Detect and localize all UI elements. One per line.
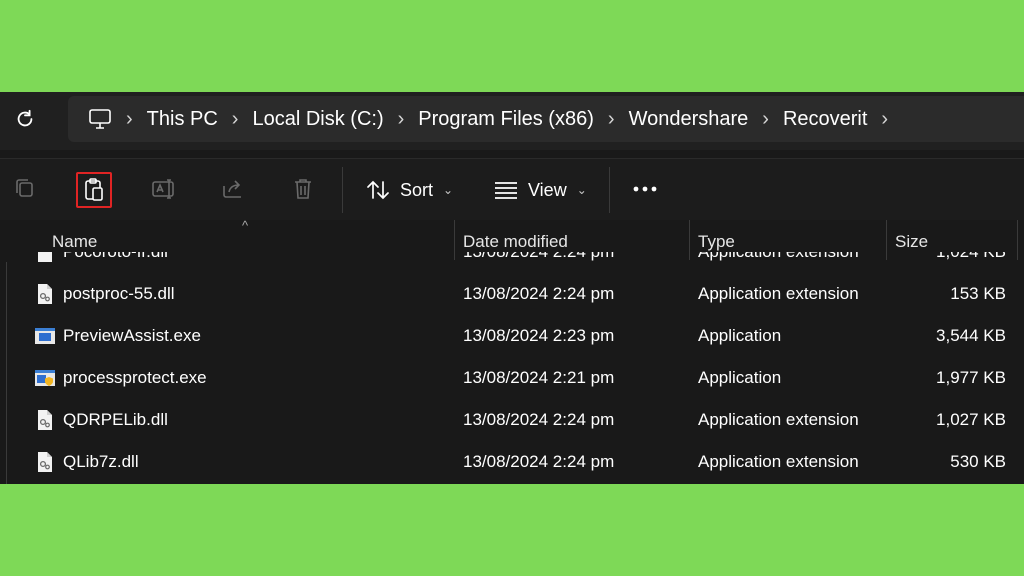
breadcrumb-separator-icon[interactable]: › — [608, 109, 615, 129]
view-label: View — [528, 179, 567, 200]
file-type: Application extension — [698, 452, 859, 471]
breadcrumb-wondershare[interactable]: Wondershare — [629, 108, 749, 131]
column-header-type[interactable]: Type — [698, 232, 735, 252]
sort-label: Sort — [400, 179, 434, 200]
breadcrumb-separator-icon[interactable]: › — [881, 109, 888, 129]
paste-icon — [85, 178, 103, 201]
breadcrumb-this-pc[interactable]: This PC — [147, 108, 218, 131]
file-size: 1,027 KB — [936, 410, 1006, 429]
table-row[interactable]: postproc-55.dll 13/08/2024 2:24 pm Appli… — [0, 274, 1024, 315]
breadcrumb-separator-icon[interactable]: › — [126, 109, 133, 129]
toolbar-divider — [342, 167, 343, 213]
table-row[interactable]: processprotect.exe 13/08/2024 2:21 pm Ap… — [0, 358, 1024, 399]
more-options-button[interactable] — [627, 171, 663, 207]
file-date: 13/08/2024 2:24 pm — [463, 452, 615, 471]
refresh-button[interactable] — [10, 104, 40, 134]
sort-ascending-icon: ^ — [242, 218, 249, 233]
share-button[interactable] — [215, 171, 251, 207]
share-icon — [223, 180, 241, 198]
copy-icon — [16, 179, 33, 197]
file-explorer-window: › This PC › Local Disk (C:) › Program Fi… — [0, 92, 1024, 484]
file-date: 13/08/2024 2:24 pm — [463, 284, 615, 303]
file-date: 13/08/2024 2:24 pm — [463, 252, 614, 262]
this-pc-icon[interactable] — [88, 107, 112, 131]
dll-file-icon — [38, 410, 52, 430]
file-type: Application — [698, 326, 782, 345]
view-list-icon — [495, 182, 517, 199]
sort-icon — [367, 180, 389, 200]
table-row[interactable]: QDRPELib.dll 13/08/2024 2:24 pm Applicat… — [0, 400, 1024, 441]
table-row[interactable]: PreviewAssist.exe 13/08/2024 2:23 pm App… — [0, 316, 1024, 357]
file-list: Pocoroto-fr.dll 13/08/2024 2:24 pm Appli… — [0, 252, 1024, 484]
trash-icon — [295, 179, 311, 199]
file-size: 3,544 KB — [936, 326, 1006, 345]
address-row: › This PC › Local Disk (C:) › Program Fi… — [0, 92, 1024, 150]
file-size: 1,024 KB — [936, 252, 1006, 262]
breadcrumb-local-disk[interactable]: Local Disk (C:) — [252, 108, 383, 131]
rename-button[interactable] — [146, 171, 182, 207]
exe-shield-icon — [35, 370, 55, 386]
column-header-name[interactable]: Name — [52, 232, 97, 252]
file-type: Application extension — [698, 252, 859, 262]
file-type: Application — [698, 368, 782, 387]
column-header-size[interactable]: Size — [895, 232, 928, 252]
breadcrumb-separator-icon[interactable]: › — [762, 109, 769, 129]
file-date: 13/08/2024 2:23 pm — [463, 326, 615, 345]
more-icon — [633, 186, 657, 192]
file-size: 1,977 KB — [936, 368, 1006, 387]
file-name: postproc-55.dll — [63, 284, 175, 303]
sort-button[interactable]: Sort ⌄ — [366, 173, 453, 207]
file-name: Pocoroto-fr.dll — [63, 252, 168, 262]
view-button[interactable]: View ⌄ — [494, 173, 587, 207]
chevron-down-icon: ⌄ — [576, 183, 587, 197]
refresh-icon — [17, 109, 33, 127]
breadcrumb-program-files[interactable]: Program Files (x86) — [418, 108, 594, 131]
command-bar: Sort ⌄ View ⌄ — [0, 158, 1024, 221]
file-date: 13/08/2024 2:24 pm — [463, 410, 615, 429]
table-row[interactable]: QLib7z.dll 13/08/2024 2:24 pm Applicatio… — [0, 442, 1024, 483]
paste-button[interactable] — [76, 172, 112, 208]
toolbar-divider — [609, 167, 610, 213]
file-name: QDRPELib.dll — [63, 410, 168, 429]
rename-icon — [152, 179, 174, 199]
file-size: 530 KB — [950, 452, 1006, 471]
copy-button[interactable] — [6, 171, 42, 207]
dll-file-icon — [38, 252, 52, 262]
dll-file-icon — [38, 284, 52, 304]
dll-file-icon — [38, 452, 52, 472]
file-type: Application extension — [698, 410, 859, 429]
breadcrumb[interactable]: › This PC › Local Disk (C:) › Program Fi… — [68, 96, 1024, 142]
chevron-down-icon: ⌄ — [443, 183, 454, 197]
file-name: QLib7z.dll — [63, 452, 139, 471]
delete-button[interactable] — [285, 171, 321, 207]
file-date: 13/08/2024 2:21 pm — [463, 368, 615, 387]
file-name: PreviewAssist.exe — [63, 326, 201, 345]
table-row[interactable]: Pocoroto-fr.dll 13/08/2024 2:24 pm Appli… — [0, 252, 1024, 273]
column-header-date[interactable]: Date modified — [463, 232, 568, 252]
file-type: Application extension — [698, 284, 859, 303]
breadcrumb-separator-icon[interactable]: › — [232, 109, 239, 129]
breadcrumb-recoverit[interactable]: Recoverit — [783, 108, 867, 131]
exe-app-icon — [35, 328, 55, 344]
file-name: processprotect.exe — [63, 368, 207, 387]
breadcrumb-separator-icon[interactable]: › — [398, 109, 405, 129]
file-size: 153 KB — [950, 284, 1006, 303]
